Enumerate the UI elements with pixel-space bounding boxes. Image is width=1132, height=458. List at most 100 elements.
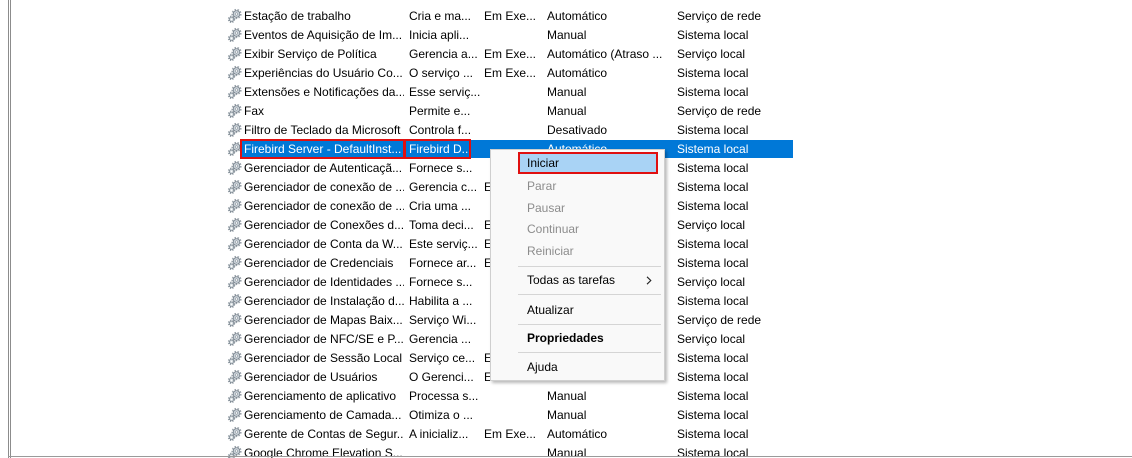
service-description: Otimiza o ... (409, 408, 474, 422)
chevron-right-icon (646, 276, 652, 285)
menu-item-ajuda[interactable]: Ajuda (518, 356, 658, 378)
service-row[interactable]: Estação de trabalho Cria e ma... Em Exe...… (0, 7, 1132, 26)
service-name: Gerente de Contas de Segur... (244, 427, 404, 441)
service-startup-type: Manual (547, 408, 587, 422)
service-row[interactable]: Exibir Serviço de Política Gerencia a... E… (0, 45, 1132, 64)
service-name: Exibir Serviço de Política (244, 47, 377, 61)
menu-item-propriedades[interactable]: Propriedades (518, 327, 658, 349)
service-description: Fornece s... (409, 161, 473, 175)
service-name: Gerenciador de Mapas Baix... (244, 313, 403, 327)
menu-item-iniciar[interactable]: Iniciar (518, 152, 658, 174)
service-row[interactable]: Gerenciamento de aplicativo Processa s...… (0, 387, 1132, 406)
service-row[interactable]: Gerente de Contas de Segur... A inicializ… (0, 425, 1132, 444)
menu-separator (518, 324, 661, 325)
service-logon-as: Sistema local (677, 85, 749, 99)
service-description: Gerencia a... (409, 47, 478, 61)
service-name: Gerenciador de Credenciais (244, 256, 394, 270)
service-logon-as: Sistema local (677, 408, 749, 422)
service-row[interactable]: Experiências do Usuário Co... O serviço .… (0, 64, 1132, 83)
service-logon-as: Serviço de rede (677, 9, 762, 23)
service-description: Processa s... (409, 389, 479, 403)
service-description: Controla f... (409, 123, 472, 137)
menu-item-label: Todas as tarefas (527, 273, 616, 287)
gear-icon (227, 216, 243, 235)
service-description: O Gerenci... (409, 370, 474, 384)
service-name: Gerenciador de Instalação d... (244, 294, 404, 308)
service-logon-as: Sistema local (677, 370, 749, 384)
gear-icon (227, 121, 243, 140)
service-row[interactable]: Extensões e Notificações da... Esse servi… (0, 83, 1132, 102)
service-logon-as: Serviço de rede (677, 104, 762, 118)
service-name: Gerenciador de Usuários (244, 370, 378, 384)
service-name: Gerenciamento de aplicativo (244, 389, 397, 403)
service-logon-as: Sistema local (677, 161, 749, 175)
service-startup-type: Manual (547, 389, 587, 403)
gear-icon (227, 197, 243, 216)
service-name: Eventos de Aquisição de Im... (244, 28, 403, 42)
gear-icon (227, 311, 243, 330)
service-logon-as: Sistema local (677, 28, 749, 42)
gear-icon (227, 26, 243, 45)
menu-item-label: Reiniciar (527, 244, 574, 258)
gear-icon (227, 349, 243, 368)
service-logon-as: Sistema local (677, 180, 749, 194)
service-logon-as: Sistema local (677, 351, 749, 365)
service-startup-type: Automático (Atraso ... (547, 47, 663, 61)
service-status: Em Exe... (484, 427, 537, 441)
service-name: Firebird Server - DefaultInst... (244, 142, 402, 156)
context-menu: Iniciar Parar Pausar Continuar Reiniciar… (490, 149, 665, 381)
gear-icon (227, 140, 243, 159)
service-description: Inicia apli... (409, 28, 470, 42)
gear-icon (227, 292, 243, 311)
service-row[interactable]: Gerenciamento de Camada... Otimiza o ... M… (0, 406, 1132, 425)
service-row[interactable]: Fax Permite e... Manual Serviço de rede (0, 102, 1132, 121)
service-startup-type: Desativado (547, 123, 608, 137)
service-description: Firebird D... (409, 142, 472, 156)
service-logon-as: Sistema local (677, 427, 749, 441)
menu-item-label: Pausar (527, 201, 566, 215)
service-description: Fornece s... (409, 275, 473, 289)
service-logon-as: Sistema local (677, 142, 749, 156)
menu-item-label: Atualizar (527, 303, 574, 317)
service-status (484, 406, 544, 425)
gear-icon (227, 83, 243, 102)
menu-item-todas-as-tarefas[interactable]: Todas as tarefas (518, 269, 658, 291)
service-status (484, 26, 544, 45)
menu-item-label: Propriedades (527, 331, 604, 345)
gear-icon (227, 45, 243, 64)
service-name: Gerenciador de Conexões d... (244, 218, 404, 232)
menu-separator (518, 294, 661, 295)
service-logon-as: Serviço local (677, 275, 746, 289)
gear-icon (227, 64, 243, 83)
gear-icon (227, 254, 243, 273)
menu-item-label: Ajuda (527, 360, 558, 374)
service-logon-as: Sistema local (677, 123, 749, 137)
service-status: Em Exe... (484, 47, 537, 61)
service-name: Gerenciador de Identidades ... (244, 275, 404, 289)
menu-item-atualizar[interactable]: Atualizar (518, 299, 658, 321)
service-logon-as: Sistema local (677, 66, 749, 80)
service-logon-as: Sistema local (677, 294, 749, 308)
service-startup-type: Automático (547, 9, 608, 23)
service-name: Gerenciador de Conta da W... (244, 237, 403, 251)
service-row[interactable]: Eventos de Aquisição de Im... Inicia apli… (0, 26, 1132, 45)
menu-item-parar: Parar (518, 175, 658, 197)
service-description: Gerencia c... (409, 180, 478, 194)
service-name: Gerenciador de Sessão Local (244, 351, 403, 365)
service-logon-as: Serviço local (677, 47, 746, 61)
menu-item-reiniciar: Reiniciar (518, 240, 658, 262)
service-description: Cria e ma... (409, 9, 472, 23)
service-name: Estação de trabalho (244, 9, 351, 23)
services-window: Estação de trabalho Cria e ma... Em Exe...… (0, 0, 1132, 458)
service-description: A inicializ... (409, 427, 469, 441)
menu-item-label: Parar (527, 179, 557, 193)
service-status (484, 102, 544, 121)
service-row[interactable]: Filtro de Teclado da Microsoft Controla f… (0, 121, 1132, 140)
service-description: Permite e... (409, 104, 471, 118)
service-description: Fornece ar... (409, 256, 477, 270)
service-startup-type: Manual (547, 85, 587, 99)
gear-icon (227, 273, 243, 292)
menu-item-label: Continuar (527, 222, 580, 236)
service-logon-as: Sistema local (677, 237, 749, 251)
service-logon-as: Sistema local (677, 389, 749, 403)
